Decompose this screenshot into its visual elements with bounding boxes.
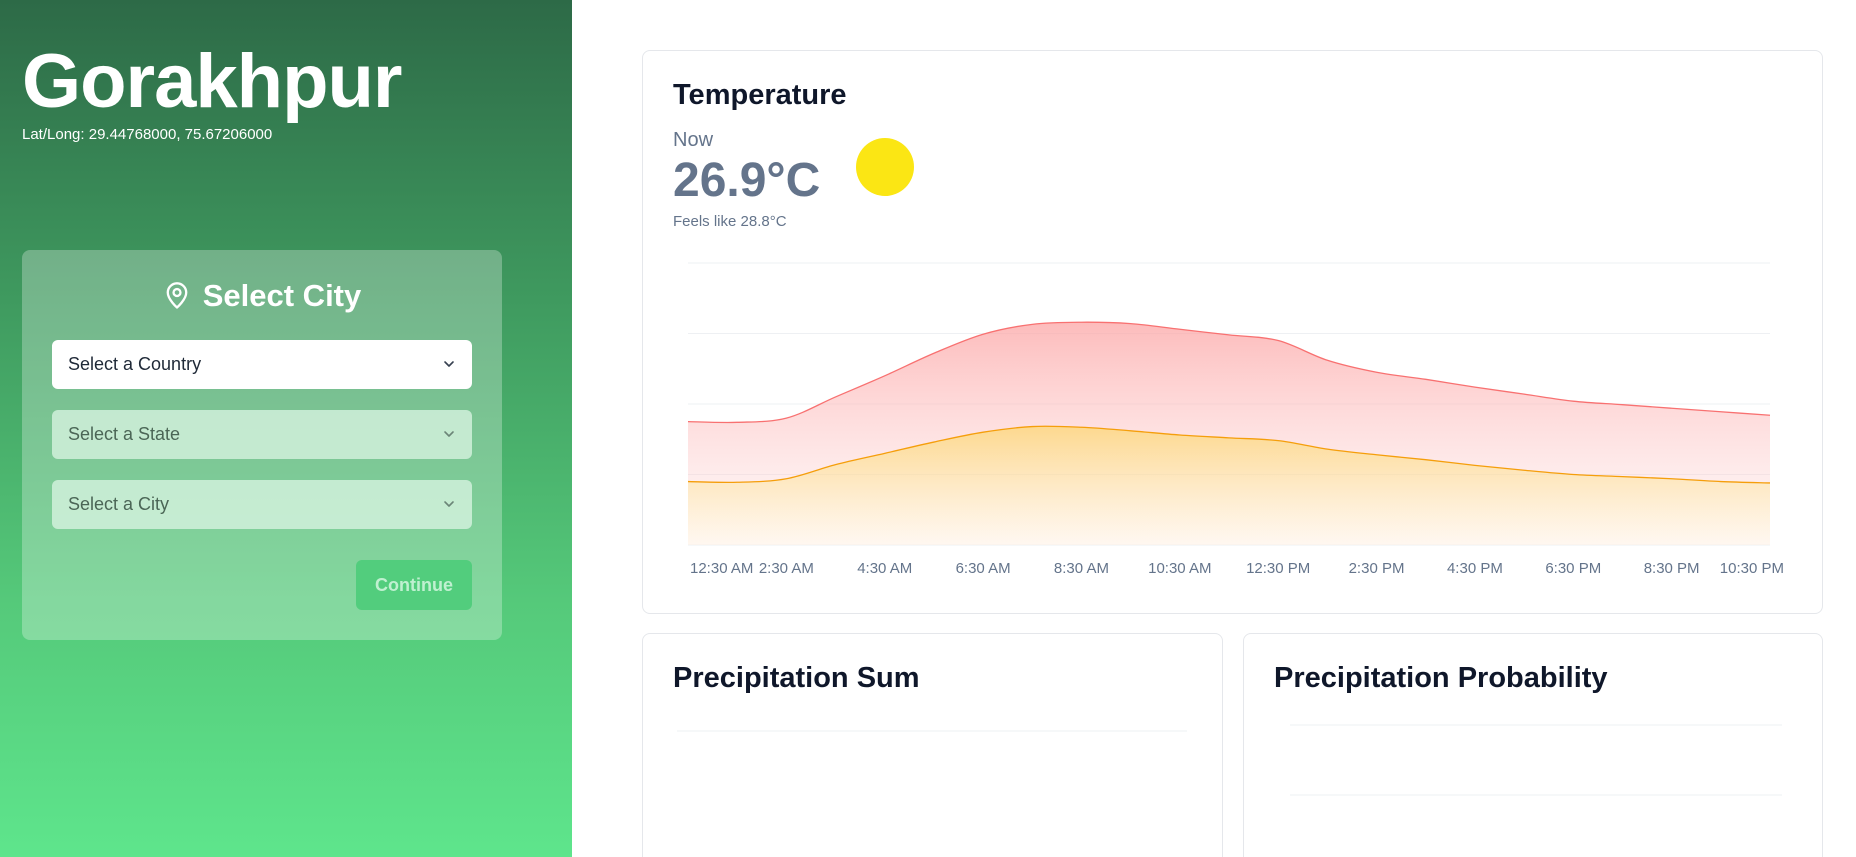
state-select-value: Select a State — [68, 424, 181, 444]
x-tick-label: 10:30 PM — [1720, 560, 1784, 577]
sidebar: Gorakhpur Lat/Long: 29.44768000, 75.6720… — [0, 0, 572, 857]
feels-like-text: Feels like 28.8°C — [673, 213, 787, 230]
temperature-chart: 12:30 AM 2:30 AM 4:30 AM 6:30 AM 8:30 AM 10:3… — [687, 262, 1784, 577]
current-temperature: 26.9°C — [673, 154, 821, 207]
select-city-heading: Select City — [22, 278, 502, 314]
precipitation-sum-panel: Precipitation Sum — [642, 633, 1223, 857]
city-title: Gorakhpur — [22, 39, 402, 124]
now-label: Now — [673, 129, 714, 151]
temperature-title: Temperature — [673, 79, 847, 111]
x-tick-label: 4:30 AM — [857, 560, 912, 577]
precipitation-probability-title: Precipitation Probability — [1274, 662, 1608, 694]
lat-long-text: Lat/Long: 29.44768000, 75.67206000 — [22, 126, 273, 143]
sun-icon — [856, 138, 914, 196]
x-tick-label: 6:30 PM — [1545, 560, 1601, 577]
x-tick-label: 2:30 PM — [1349, 560, 1405, 577]
x-tick-label: 12:30 PM — [1246, 560, 1310, 577]
temperature-panel: Temperature Now 26.9°C Feels like 28.8°C… — [642, 50, 1823, 614]
x-tick-label: 6:30 AM — [956, 560, 1011, 577]
precipitation-probability-panel: Precipitation Probability — [1243, 633, 1823, 857]
x-tick-label: 8:30 AM — [1054, 560, 1109, 577]
country-select[interactable]: Select a Country — [52, 340, 472, 389]
x-tick-label: 10:30 AM — [1148, 560, 1211, 577]
city-select[interactable]: Select a City — [52, 480, 472, 529]
x-tick-label: 2:30 AM — [759, 560, 814, 577]
precipitation-sum-title: Precipitation Sum — [673, 662, 920, 694]
continue-button[interactable]: Continue — [356, 560, 472, 610]
select-city-card: Select City Select a Country Select a St… — [22, 250, 502, 640]
chevron-down-icon — [444, 501, 454, 507]
select-city-heading-text: Select City — [202, 278, 362, 313]
city-select-value: Select a City — [68, 494, 170, 514]
x-tick-label: 4:30 PM — [1447, 560, 1503, 577]
x-tick-label: 12:30 AM — [690, 560, 753, 577]
chevron-down-icon — [444, 431, 454, 437]
chevron-down-icon — [444, 361, 454, 367]
map-pin-icon — [166, 282, 188, 309]
country-select-value: Select a Country — [68, 354, 202, 374]
x-tick-label: 8:30 PM — [1644, 560, 1700, 577]
state-select[interactable]: Select a State — [52, 410, 472, 459]
